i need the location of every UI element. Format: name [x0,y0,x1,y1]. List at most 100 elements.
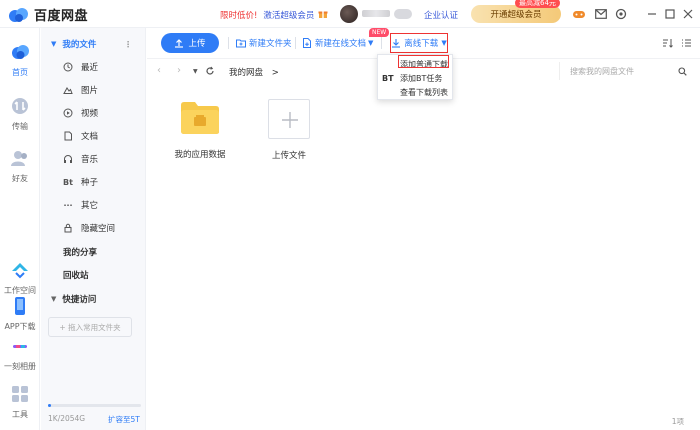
cloud-home-icon [12,45,29,59]
minimize-icon[interactable] [645,7,659,21]
new-online-doc-button[interactable]: 新建在线文档 ▼ [302,34,373,52]
rail-item-home[interactable]: 首页 [0,42,40,78]
promo-banner[interactable]: 限时低价! 激活超级会员 [220,9,314,21]
sidebar-item-torrents[interactable]: Bt 种子 [41,171,146,193]
rail-label: 首页 [12,68,28,77]
sidebar-item-label: 音乐 [81,155,99,165]
menu-item-add-bt-task[interactable]: BT 添加BT任务 [378,71,454,85]
sidebar-item-images[interactable]: 图片 [41,79,146,101]
enterprise-auth-link[interactable]: 企业认证 [424,9,458,21]
item-count: 1项 [671,417,684,426]
vip-level-badge[interactable] [394,9,412,19]
caret-down-icon[interactable]: ▼ [51,295,56,303]
forward-arrow-icon[interactable]: › [177,65,181,76]
rail-item-transfer[interactable]: 传输 [0,96,40,132]
gift-icon[interactable] [318,9,328,19]
rail-item-friends[interactable]: 好友 [0,148,40,184]
caret-down-icon[interactable]: ▼ [51,40,56,48]
rail-label: 传输 [12,122,28,131]
toolbar-divider [295,37,296,49]
rail-item-album[interactable]: 一刻相册 [0,336,40,372]
rail-label: 工作空间 [4,286,36,295]
image-icon [63,87,73,94]
promo-link[interactable]: 激活超级会员 [263,11,314,21]
promo-prefix: 限时低价! [220,11,258,21]
search-input[interactable]: 搜索我的网盘文件 [559,62,692,80]
sidebar-my-files[interactable]: ▼ 我的文件 ⋮ [41,33,146,55]
maximize-icon[interactable] [663,7,677,21]
view-controls [662,38,692,48]
title-bar: 百度网盘 限时低价! 激活超级会员 企业认证 开通超级会员 最高减64元 [0,0,700,28]
sidebar-quick-access[interactable]: ▼ 快捷访问 [41,288,146,310]
sort-icon[interactable] [662,38,673,48]
download-icon [392,39,401,48]
bt-icon: BT [382,73,394,83]
sidebar-item-label: 视频 [81,109,99,119]
upload-placeholder-box[interactable] [268,99,310,139]
rail-label: 一刻相册 [4,362,36,371]
phone-icon [15,297,25,315]
rail-label: APP下载 [4,322,36,331]
username-blurred[interactable] [362,10,390,17]
folder-icon [181,102,219,134]
clock-icon [63,62,73,72]
refresh-icon[interactable] [205,66,215,76]
bt-icon: Bt [63,177,73,187]
plus-icon [282,112,298,128]
highlight-box [398,55,449,68]
rail-item-workspace[interactable]: 工作空间 [0,260,40,296]
sidebar-recycle-bin[interactable]: 回收站 [41,264,146,286]
new-folder-label: 新建文件夹 [249,39,292,49]
sidebar-item-videos[interactable]: 视频 [41,102,146,124]
upload-file-tile[interactable]: 上传文件 [249,99,329,161]
close-icon[interactable] [681,7,695,21]
workspace-icon [12,263,28,279]
storage-quota-bar [48,404,141,407]
file-name: 我的应用数据 [174,150,226,160]
breadcrumb-root[interactable]: 我的网盘 [229,68,263,78]
sidebar-quick-access-label: 快捷访问 [62,295,97,305]
file-name: 上传文件 [271,151,306,161]
avatar[interactable] [340,5,358,23]
document-icon [64,131,72,141]
rail-item-app-download[interactable]: APP下载 [0,296,40,332]
storage-quota-text: 1K/2054G [48,414,86,423]
sidebar-item-recent[interactable]: 最近 [41,56,146,78]
tools-icon [12,386,28,402]
sidebar-item-label: 图片 [81,86,99,96]
app-logo: 百度网盘 [8,5,88,24]
video-icon [63,108,73,118]
new-folder-button[interactable]: 新建文件夹 [236,34,292,52]
transfer-icon [12,98,28,114]
upload-icon [175,39,184,48]
app-name: 百度网盘 [34,9,89,24]
new-folder-icon [236,39,246,48]
sidebar-item-label: 隐藏空间 [81,224,116,234]
music-icon [64,155,72,163]
sidebar-my-share[interactable]: 我的分享 [41,241,146,263]
more-options-icon[interactable]: ⋮ [124,40,132,49]
expand-storage-link[interactable]: 扩容至5T [108,414,140,425]
file-item-folder[interactable]: 我的应用数据 [160,101,240,160]
breadcrumb[interactable]: 我的网盘 > [229,66,279,78]
list-view-icon[interactable] [681,38,692,48]
sidebar-item-music[interactable]: 音乐 [41,148,146,170]
offline-download-label: 离线下载 [404,39,439,49]
history-dropdown-icon[interactable]: ▼ [193,68,198,75]
search-icon[interactable] [678,67,687,76]
mail-icon[interactable] [594,7,608,21]
back-arrow-icon[interactable]: ‹ [157,65,161,76]
add-favorite-folder-button[interactable]: + 拖入常用文件夹 [48,317,132,337]
offline-download-button[interactable]: 离线下载 ▼ [390,33,448,53]
game-icon[interactable] [572,7,586,21]
rail-item-tools[interactable]: 工具 [0,384,40,420]
baidu-cloud-logo-icon [9,7,28,22]
menu-item-view-download-list[interactable]: 查看下载列表 [378,85,454,99]
sidebar-item-hidden-space[interactable]: 隐藏空间 [41,217,146,239]
sidebar-item-label: 其它 [81,201,99,211]
sidebar-item-documents[interactable]: 文档 [41,125,146,147]
settings-icon[interactable] [614,7,628,21]
upload-button[interactable]: 上传 [161,33,219,53]
menu-item-label: 添加BT任务 [400,73,443,83]
sidebar-item-others[interactable]: ··· 其它 [41,194,146,216]
